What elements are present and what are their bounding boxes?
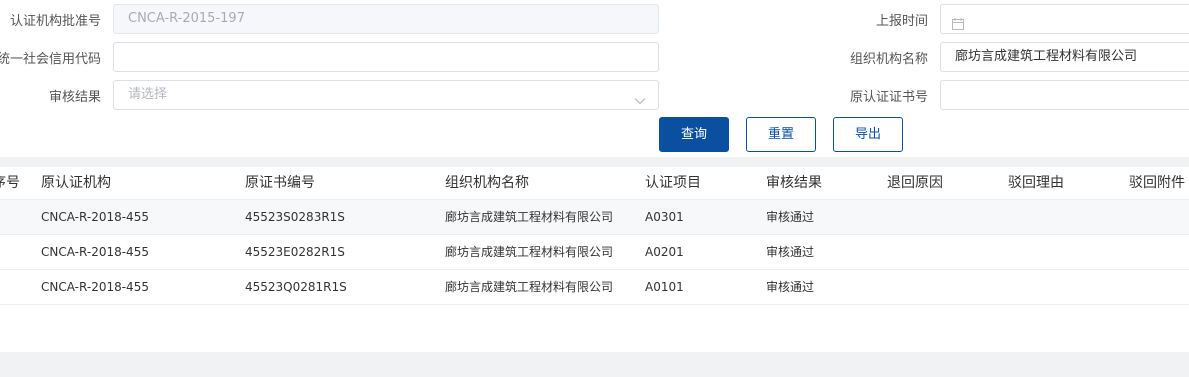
cell-orig-cert: 45523Q0281R1S: [245, 280, 347, 294]
org-name-input[interactable]: 廊坊言成建筑工程材料有限公司: [940, 42, 1189, 72]
audit-result-select[interactable]: 请选择: [113, 80, 659, 110]
audit-result-placeholder: 请选择: [128, 87, 168, 102]
header-return-reason: 退回原因: [887, 175, 943, 191]
export-button[interactable]: 导出: [833, 117, 903, 152]
calendar-icon: [952, 13, 964, 30]
cert-approval-no-label: 认证机构批准号: [9, 14, 101, 29]
credit-code-label: 统一社会信用代码: [0, 52, 101, 67]
audit-result-label: 审核结果: [48, 90, 101, 105]
cell-orig-cert: 45523E0282R1S: [245, 245, 345, 259]
header-orig-org: 原认证机构: [41, 175, 111, 191]
cell-orig-org: CNCA-R-2018-455: [41, 245, 149, 259]
cell-result: 审核通过: [766, 210, 815, 224]
table-row[interactable]: CNCA-R-2018-455 45523Q0281R1S 廊坊言成建筑工程材料…: [0, 270, 1189, 305]
header-reject-attachment: 驳回附件: [1129, 175, 1185, 191]
header-reject-reason: 驳回理由: [1008, 175, 1064, 191]
cell-result: 审核通过: [766, 245, 815, 259]
orig-cert-no-input[interactable]: [940, 80, 1189, 110]
cell-result: 审核通过: [766, 280, 815, 294]
table-header: 序号 原认证机构 原证书编号 组织机构名称 认证项目 审核结果 退回原因 驳回理…: [0, 167, 1189, 200]
header-project: 认证项目: [645, 175, 701, 191]
header-orig-cert: 原证书编号: [245, 175, 315, 191]
report-time-label: 上报时间: [875, 14, 928, 29]
cell-orig-org: CNCA-R-2018-455: [41, 210, 149, 224]
footer-bar: [0, 352, 1189, 377]
header-seq: 序号: [0, 175, 20, 191]
cell-org-name: 廊坊言成建筑工程材料有限公司: [445, 245, 614, 259]
cert-approval-no-input: CNCA-R-2015-197: [113, 4, 659, 34]
cell-org-name: 廊坊言成建筑工程材料有限公司: [445, 280, 614, 294]
org-name-label: 组织机构名称: [849, 52, 928, 67]
cell-orig-org: CNCA-R-2018-455: [41, 280, 149, 294]
results-table: 序号 原认证机构 原证书编号 组织机构名称 认证项目 审核结果 退回原因 驳回理…: [0, 167, 1189, 305]
chevron-down-icon: [634, 90, 646, 105]
cell-project: A0101: [645, 280, 684, 294]
credit-code-input[interactable]: [113, 42, 659, 72]
cell-orig-cert: 45523S0283R1S: [245, 210, 345, 224]
orig-cert-no-label: 原认证证书号: [849, 90, 928, 105]
cell-project: A0301: [645, 210, 684, 224]
report-time-input[interactable]: [940, 4, 1189, 34]
header-result: 审核结果: [766, 175, 822, 191]
section-divider: [0, 157, 1189, 167]
cell-project: A0201: [645, 245, 684, 259]
table-row[interactable]: CNCA-R-2018-455 45523S0283R1S 廊坊言成建筑工程材料…: [0, 200, 1189, 235]
header-org-name: 组织机构名称: [445, 175, 529, 191]
cell-org-name: 廊坊言成建筑工程材料有限公司: [445, 210, 614, 224]
query-button[interactable]: 查询: [659, 117, 729, 152]
table-row[interactable]: CNCA-R-2018-455 45523E0282R1S 廊坊言成建筑工程材料…: [0, 235, 1189, 270]
reset-button[interactable]: 重置: [746, 117, 816, 152]
